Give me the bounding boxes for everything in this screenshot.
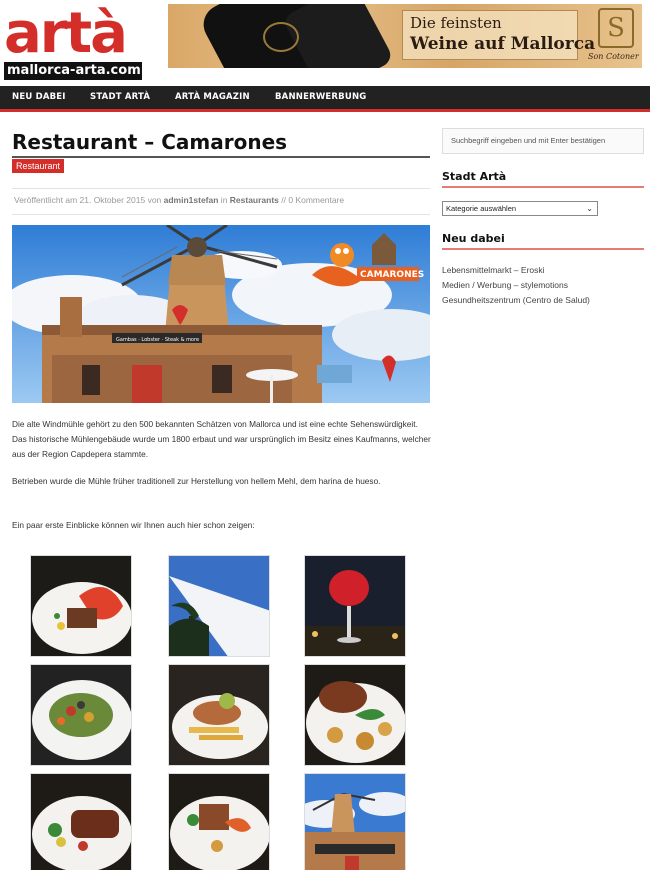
category-select[interactable]: Kategorie auswählen ⌄ <box>442 201 598 216</box>
post-title: Restaurant – Camarones <box>12 130 288 154</box>
gallery-thumb-9[interactable] <box>304 773 406 870</box>
banner-line-2: Weine auf Mallorca <box>410 34 596 54</box>
meta-divider-top <box>12 188 430 189</box>
windmill-photo-icon <box>305 774 405 870</box>
title-divider <box>12 156 430 158</box>
category-badge[interactable]: Restaurant <box>12 159 65 173</box>
author-link[interactable]: admin1stefan <box>164 195 219 205</box>
meta-in: in <box>218 195 230 205</box>
windmill-restaurant-photo: CAMARONES Gambas · Lobster · Steak & mor… <box>12 225 430 403</box>
nav-item-stadt-arta[interactable]: STADT ARTÀ <box>90 86 150 109</box>
site-header: artà mallorca-arta.com Die feinsten Wein… <box>0 0 650 84</box>
bottle-label-graphic <box>263 22 299 52</box>
steak-potatoes-photo-icon <box>305 665 405 765</box>
meta-prefix: Veröffentlicht am 21. Oktober 2015 von <box>14 195 164 205</box>
gallery-thumb-5[interactable] <box>168 664 270 766</box>
gallery-thumb-1[interactable] <box>30 555 132 657</box>
stadt-arta-heading: Stadt Artà <box>442 170 507 183</box>
post-paragraph-1: Die alte Windmühle gehört zu den 500 bek… <box>12 419 431 459</box>
category-link[interactable]: Restaurants <box>230 195 279 205</box>
hero-image: CAMARONES Gambas · Lobster · Steak & mor… <box>12 225 430 403</box>
nav-item-neu-dabei[interactable]: NEU DABEI <box>12 86 66 109</box>
chevron-down-icon: ⌄ <box>586 204 593 213</box>
post-meta: Veröffentlicht am 21. Oktober 2015 von a… <box>14 195 344 205</box>
logo-domain: mallorca-arta.com <box>4 62 142 80</box>
site-logo[interactable]: artà mallorca-arta.com <box>4 6 144 80</box>
steak-veg-photo-icon <box>31 774 131 870</box>
palm-sail-photo-icon <box>169 556 269 656</box>
post-paragraph-2: Betrieben wurde die Mühle früher traditi… <box>12 476 381 486</box>
gallery-thumb-6[interactable] <box>304 664 406 766</box>
lobster-plate-photo-icon <box>31 556 131 656</box>
nav-item-bannerwerbung[interactable]: BANNERWERBUNG <box>275 86 366 109</box>
gallery-thumb-4[interactable] <box>30 664 132 766</box>
neu-dabei-divider <box>442 248 644 250</box>
neu-dabei-heading: Neu dabei <box>442 232 505 245</box>
salad-plate-photo-icon <box>31 665 131 765</box>
gallery-thumb-7[interactable] <box>30 773 132 870</box>
gallery-thumb-2[interactable] <box>168 555 270 657</box>
stadt-arta-divider <box>442 186 644 188</box>
meta-divider-bottom <box>12 214 430 215</box>
post-paragraph-3: Ein paar erste Einblicke können wir Ihne… <box>12 520 255 530</box>
sidebar-link-centro-salud[interactable]: Gesundheitszentrum (Centro de Salud) <box>442 295 590 305</box>
sidebar-link-eroski[interactable]: Lebensmittelmarkt – Eroski <box>442 265 545 275</box>
shrimp-plate-photo-icon <box>169 774 269 870</box>
header-ad-banner[interactable]: Die feinsten Weine auf Mallorca S Son Co… <box>168 4 642 68</box>
category-select-value: Kategorie auswählen <box>446 204 517 213</box>
gallery-thumb-8[interactable] <box>168 773 270 870</box>
fish-fries-photo-icon <box>169 665 269 765</box>
restaurant-banner-text: Gambas · Lobster · Steak & more <box>116 337 199 343</box>
banner-brand: Son Cotoner <box>588 52 639 61</box>
cocktail-photo-icon <box>305 556 405 656</box>
winery-seal-icon: S <box>598 8 634 48</box>
comments-link[interactable]: // 0 Kommentare <box>279 195 344 205</box>
banner-line-1: Die feinsten <box>410 14 502 32</box>
camarones-sign-text: CAMARONES <box>360 270 424 280</box>
search-input[interactable]: Suchbegriff eingeben und mit Enter bestä… <box>442 128 644 154</box>
gallery-thumb-3[interactable] <box>304 555 406 657</box>
nav-item-arta-magazin[interactable]: ARTÀ MAGAZIN <box>175 86 250 109</box>
logo-text: artà <box>4 1 128 66</box>
main-nav: NEU DABEI STADT ARTÀ ARTÀ MAGAZIN BANNER… <box>0 86 650 112</box>
sidebar-link-stylemotions[interactable]: Medien / Werbung – stylemotions <box>442 280 568 290</box>
